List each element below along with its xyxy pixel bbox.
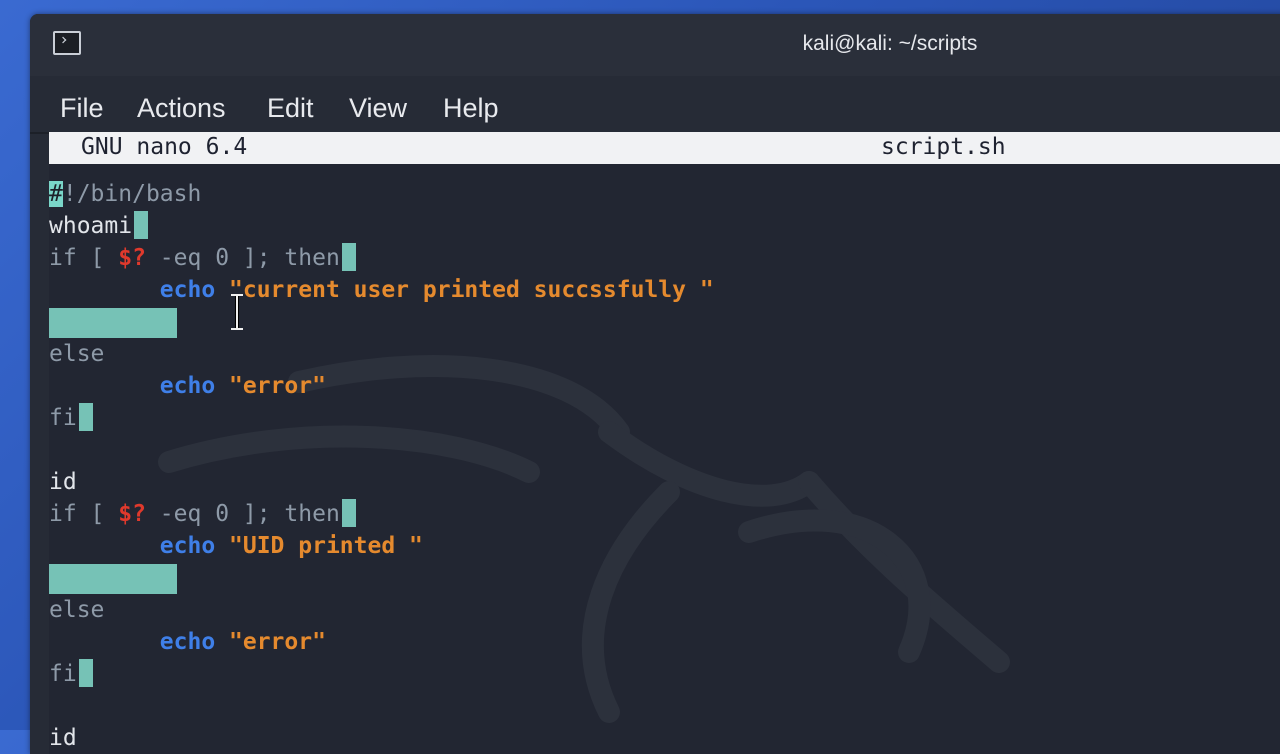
trailing-whitespace	[341, 243, 356, 271]
nano-editor[interactable]: GNU nano 6.4 script.sh #!/bin/bash whoam…	[49, 132, 1280, 754]
code-line: echo "current user printed succssfully "	[159, 277, 714, 303]
code-line: echo "error"	[159, 629, 326, 655]
menu-file[interactable]: File	[60, 93, 104, 124]
code-line: whoami	[49, 210, 149, 242]
menu-actions[interactable]: Actions	[137, 93, 226, 124]
nano-header-bar: GNU nano 6.4 script.sh	[49, 132, 1280, 164]
trailing-whitespace	[134, 211, 149, 239]
code-line: else	[49, 597, 105, 623]
code-line: #!/bin/bash	[49, 181, 202, 207]
trailing-whitespace	[49, 308, 177, 338]
menu-view[interactable]: View	[349, 93, 407, 124]
code-line: fi	[49, 658, 93, 690]
text-cursor: #	[49, 181, 63, 207]
trailing-whitespace	[78, 403, 93, 431]
menu-bar: File Actions Edit View Help	[30, 76, 1280, 134]
menu-edit[interactable]: Edit	[267, 93, 314, 124]
code-line: if [ $? -eq 0 ]; then	[49, 498, 356, 530]
code-line: echo "error"	[159, 373, 326, 399]
code-line: id	[49, 725, 77, 751]
title-bar: kali@kali: ~/scripts	[30, 14, 1280, 76]
terminal-window: kali@kali: ~/scripts File Actions Edit V…	[30, 14, 1280, 754]
menu-help[interactable]: Help	[443, 93, 499, 124]
code-line: if [ $? -eq 0 ]; then	[49, 242, 356, 274]
trailing-whitespace	[341, 499, 356, 527]
trailing-whitespace	[78, 659, 93, 687]
trailing-whitespace	[49, 564, 177, 594]
nano-version: GNU nano 6.4	[81, 134, 248, 160]
nano-filename: script.sh	[881, 134, 1006, 160]
code-line: else	[49, 341, 105, 367]
code-line: id	[49, 469, 77, 495]
code-line: fi	[49, 402, 93, 434]
window-title: kali@kali: ~/scripts	[802, 32, 978, 55]
kali-dragon-watermark	[158, 355, 1010, 723]
code-line: echo "UID printed "	[159, 533, 423, 559]
